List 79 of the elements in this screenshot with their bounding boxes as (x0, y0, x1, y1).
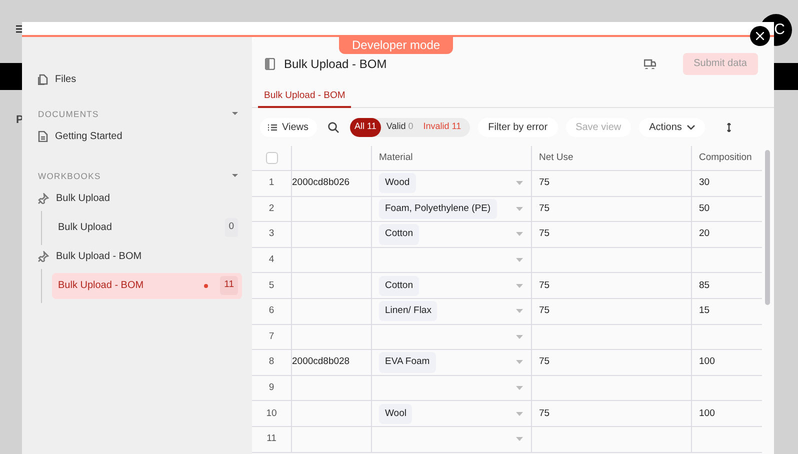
toolbar-button[interactable]: Actions (639, 118, 705, 136)
document-link[interactable]: Getting Started (55, 129, 122, 144)
material-tag[interactable]: Linen/ Flax (379, 301, 438, 322)
table-cell-text: 2000cd8b028 (292, 355, 350, 370)
table-cell: 75 (539, 406, 550, 421)
filter-tab[interactable]: All 11 (350, 118, 382, 136)
table-cell: 15 (699, 304, 710, 318)
pin-icon (38, 193, 49, 204)
tab[interactable]: Bulk Upload - BOM (258, 86, 352, 108)
files-link[interactable]: Files (55, 72, 76, 86)
list-icon (268, 124, 277, 130)
table-cell: 30 (699, 176, 710, 190)
dropdown-caret-icon (516, 206, 523, 211)
dropdown-caret-icon (516, 284, 523, 288)
document-icon (38, 131, 48, 142)
row-number: 6 (268, 304, 274, 318)
pin-icon (38, 251, 49, 262)
table-cell-text: 75 (539, 227, 550, 242)
page-title: Bulk Upload - BOM (284, 56, 388, 72)
dropdown-caret-icon (516, 309, 523, 314)
checkbox[interactable] (266, 152, 278, 164)
filter-tab[interactable]: Valid 0 (381, 118, 418, 136)
row-number: 2 (268, 202, 274, 216)
material-tag[interactable]: EVA Foam (379, 352, 436, 373)
dropdown-caret-icon (516, 232, 523, 236)
table-cell-text: 20 (699, 227, 710, 242)
table-cell-text: 75 (539, 202, 550, 216)
sheet-item[interactable]: Bulk Upload - BOM 11 (52, 272, 242, 298)
row-number: 4 (268, 252, 274, 267)
table-cell: 2000cd8b026 (292, 176, 350, 190)
dropdown-caret-icon (516, 258, 523, 262)
dropdown-caret-icon (516, 360, 523, 364)
row-number: 5 (268, 278, 274, 293)
material-tag[interactable]: Foam, Polyethylene (PE) (379, 198, 497, 220)
dropdown-caret-icon (516, 181, 523, 186)
table-cell: 75 (539, 176, 550, 190)
count-badge: 0 (224, 218, 238, 237)
row-number: 10 (266, 406, 277, 421)
table-cell: 75 (539, 304, 550, 318)
dropdown-caret-icon (516, 386, 523, 390)
workbook-link[interactable]: Bulk Upload - BOM (56, 249, 142, 264)
toolbar-button[interactable]: Filter by error (478, 118, 558, 136)
developer-mode-badge: Developer mode (339, 37, 454, 54)
row-number: 3 (268, 227, 274, 242)
close-icon (756, 32, 764, 40)
filter-tab[interactable]: Invalid 11 (418, 118, 466, 136)
file-icon (38, 74, 48, 84)
column-header[interactable]: Composition (699, 150, 752, 166)
views-button[interactable]: Views (260, 118, 316, 136)
section-heading: WORKBOOKS (38, 170, 101, 182)
scrollbar-thumb[interactable] (765, 150, 770, 305)
row-number: 8 (268, 355, 274, 370)
material-tag[interactable]: Cotton (379, 224, 419, 245)
table-cell-text: 75 (539, 355, 550, 370)
book-icon (265, 58, 275, 70)
table-cell: 75 (539, 278, 550, 293)
sheet-item[interactable]: Bulk Upload 0 (52, 214, 242, 240)
count-badge: 11 (220, 276, 238, 295)
column-header[interactable]: Net Use (539, 150, 574, 166)
truck-icon (644, 58, 656, 68)
row-number: 11 (266, 432, 276, 446)
row-number: 9 (268, 380, 274, 395)
section-heading: DOCUMENTS (38, 108, 99, 121)
search-icon (328, 122, 338, 132)
material-tag[interactable]: Wool (379, 404, 412, 424)
dropdown-caret-icon (516, 437, 523, 442)
dropdown-caret-icon (516, 334, 523, 339)
column-header[interactable]: Material (379, 150, 413, 166)
row-number: 7 (268, 330, 274, 344)
table-cell-text: 50 (699, 202, 710, 216)
dropdown-caret-icon (516, 412, 523, 416)
table-cell: 85 (699, 278, 710, 293)
workbook-link[interactable]: Bulk Upload (56, 191, 110, 206)
sort-icon (726, 122, 731, 132)
row-number: 1 (268, 176, 274, 190)
table-cell: 100 (699, 406, 715, 421)
material-tag[interactable]: Cotton (379, 276, 419, 296)
table-cell-text: 100 (699, 355, 715, 370)
material-tag[interactable]: Wood (379, 173, 416, 194)
